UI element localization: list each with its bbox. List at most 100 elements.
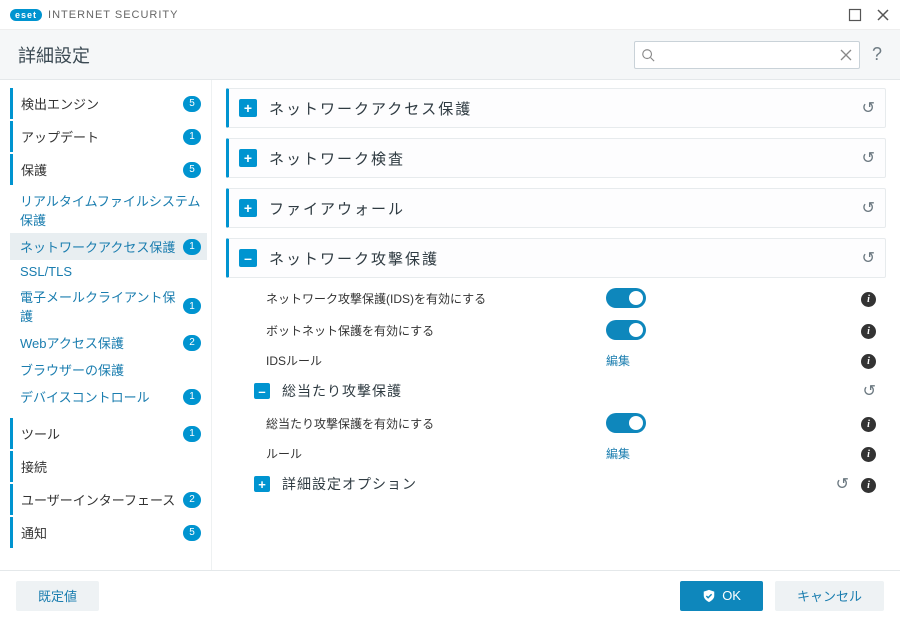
- sidebar-item-detection[interactable]: 検出エンジン 5: [10, 88, 207, 119]
- sidebar-sub-realtime[interactable]: リアルタイムファイルシステム保護: [10, 187, 207, 233]
- sidebar-item-label: ツール: [21, 424, 177, 443]
- info-icon[interactable]: i: [861, 290, 876, 307]
- search-input[interactable]: [655, 47, 839, 62]
- sidebar-item-connection[interactable]: 接続: [10, 451, 207, 482]
- reset-icon[interactable]: ↺: [836, 474, 849, 494]
- maximize-icon[interactable]: [848, 8, 862, 22]
- expand-icon: +: [254, 476, 270, 492]
- sidebar-item-label: ブラウザーの保護: [20, 360, 201, 379]
- sidebar-item-protection[interactable]: 保護 5: [10, 154, 207, 185]
- close-icon[interactable]: [876, 8, 890, 22]
- row-label: ネットワーク攻撃保護(IDS)を有効にする: [266, 290, 606, 307]
- cancel-button[interactable]: キャンセル: [775, 581, 884, 611]
- row-bruteforce-rules: ルール 編集 i: [236, 439, 876, 468]
- collapse-icon: –: [254, 383, 270, 399]
- count-badge: 5: [183, 525, 201, 541]
- sidebar-item-label: 検出エンジン: [21, 94, 177, 113]
- sidebar-sub-network-access[interactable]: ネットワークアクセス保護 1: [10, 233, 207, 260]
- panel-title: ネットワーク攻撃保護: [269, 248, 439, 269]
- panel-title: ネットワークアクセス保護: [269, 98, 472, 119]
- sidebar-sub-web[interactable]: Webアクセス保護 2: [10, 329, 207, 356]
- count-badge: 5: [183, 96, 201, 112]
- row-label: ルール: [266, 445, 606, 462]
- row-botnet-enable: ボットネット保護を有効にする i: [236, 314, 876, 346]
- panel-title: 詳細設定オプション: [282, 474, 417, 494]
- sidebar-item-label: ユーザーインターフェース: [21, 490, 177, 509]
- panel-title: ネットワーク検査: [269, 148, 405, 169]
- sidebar-item-label: 保護: [21, 160, 177, 179]
- sidebar-item-update[interactable]: アップデート 1: [10, 121, 207, 152]
- count-badge: 1: [183, 389, 201, 405]
- info-icon[interactable]: i: [861, 352, 876, 369]
- panel-network-access[interactable]: + ネットワークアクセス保護 ↺: [226, 88, 886, 128]
- count-badge: 1: [183, 426, 201, 442]
- sidebar-item-label: 通知: [21, 523, 177, 542]
- sidebar: 検出エンジン 5 アップデート 1 保護 5 リアルタイムファイルシステム保護 …: [0, 80, 212, 570]
- edit-link[interactable]: 編集: [606, 354, 630, 368]
- help-icon[interactable]: ?: [872, 44, 882, 65]
- sidebar-sub-browser[interactable]: ブラウザーの保護: [10, 356, 207, 383]
- sidebar-item-label: ネットワークアクセス保護: [20, 237, 177, 256]
- reset-icon[interactable]: ↺: [862, 248, 875, 268]
- sidebar-item-notifications[interactable]: 通知 5: [10, 517, 207, 548]
- count-badge: 1: [183, 239, 201, 255]
- ok-button[interactable]: OK: [680, 581, 763, 611]
- row-label: ボットネット保護を有効にする: [266, 322, 606, 339]
- sidebar-sub-email[interactable]: 電子メールクライアント保護 1: [10, 283, 207, 329]
- header-bar: 詳細設定 ?: [0, 30, 900, 80]
- info-icon[interactable]: i: [861, 322, 876, 339]
- panel-title: 総当たり攻撃保護: [282, 381, 402, 401]
- toggle-ids[interactable]: [606, 288, 646, 308]
- count-badge: 2: [183, 492, 201, 508]
- info-icon[interactable]: i: [861, 445, 876, 462]
- expand-icon: +: [239, 199, 257, 217]
- sidebar-item-label: 接続: [21, 457, 201, 476]
- app-logo: eset INTERNET SECURITY: [10, 9, 179, 21]
- sidebar-item-label: デバイスコントロール: [20, 387, 177, 406]
- panel-network-attack[interactable]: – ネットワーク攻撃保護 ↺: [226, 238, 886, 278]
- subpanel-advanced-options[interactable]: + 詳細設定オプション ↺ i: [236, 468, 876, 500]
- content-area: + ネットワークアクセス保護 ↺ + ネットワーク検査 ↺ + ファイアウォール…: [212, 80, 900, 570]
- row-ids-rules: IDSルール 編集 i: [236, 346, 876, 375]
- row-bruteforce-enable: 総当たり攻撃保護を有効にする i: [236, 407, 876, 439]
- brand-badge: eset: [10, 9, 42, 21]
- count-badge: 1: [183, 298, 201, 314]
- page-title: 詳細設定: [18, 42, 90, 68]
- sidebar-sub-device[interactable]: デバイスコントロール 1: [10, 383, 207, 410]
- footer: 既定値 OK キャンセル: [0, 570, 900, 620]
- toggle-bruteforce[interactable]: [606, 413, 646, 433]
- sidebar-sub-ssl[interactable]: SSL/TLS: [10, 260, 207, 283]
- sidebar-item-label: 電子メールクライアント保護: [20, 287, 177, 325]
- title-bar: eset INTERNET SECURITY: [0, 0, 900, 30]
- panel-firewall[interactable]: + ファイアウォール ↺: [226, 188, 886, 228]
- search-icon: [641, 48, 655, 62]
- subpanel-bruteforce[interactable]: – 総当たり攻撃保護 ↺: [236, 375, 876, 407]
- count-badge: 2: [183, 335, 201, 351]
- clear-search-icon[interactable]: [839, 48, 853, 62]
- count-badge: 5: [183, 162, 201, 178]
- sidebar-item-tools[interactable]: ツール 1: [10, 418, 207, 449]
- toggle-botnet[interactable]: [606, 320, 646, 340]
- collapse-icon: –: [239, 249, 257, 267]
- window-controls: [848, 8, 890, 22]
- ok-label: OK: [722, 588, 741, 603]
- sidebar-item-ui[interactable]: ユーザーインターフェース 2: [10, 484, 207, 515]
- reset-icon[interactable]: ↺: [863, 381, 876, 401]
- sidebar-item-label: リアルタイムファイルシステム保護: [20, 191, 201, 229]
- row-label: IDSルール: [266, 352, 606, 369]
- reset-icon[interactable]: ↺: [862, 148, 875, 168]
- search-box[interactable]: [634, 41, 860, 69]
- sidebar-item-label: SSL/TLS: [20, 264, 201, 279]
- sidebar-item-label: Webアクセス保護: [20, 333, 177, 352]
- sidebar-item-label: アップデート: [21, 127, 177, 146]
- app-name: INTERNET SECURITY: [48, 9, 178, 21]
- row-ids-enable: ネットワーク攻撃保護(IDS)を有効にする i: [236, 282, 876, 314]
- reset-icon[interactable]: ↺: [862, 198, 875, 218]
- panel-network-inspect[interactable]: + ネットワーク検査 ↺: [226, 138, 886, 178]
- defaults-button[interactable]: 既定値: [16, 581, 99, 611]
- edit-link[interactable]: 編集: [606, 447, 630, 461]
- reset-icon[interactable]: ↺: [862, 98, 875, 118]
- info-icon[interactable]: i: [861, 415, 876, 432]
- row-label: 総当たり攻撃保護を有効にする: [266, 415, 606, 432]
- info-icon[interactable]: i: [861, 476, 876, 493]
